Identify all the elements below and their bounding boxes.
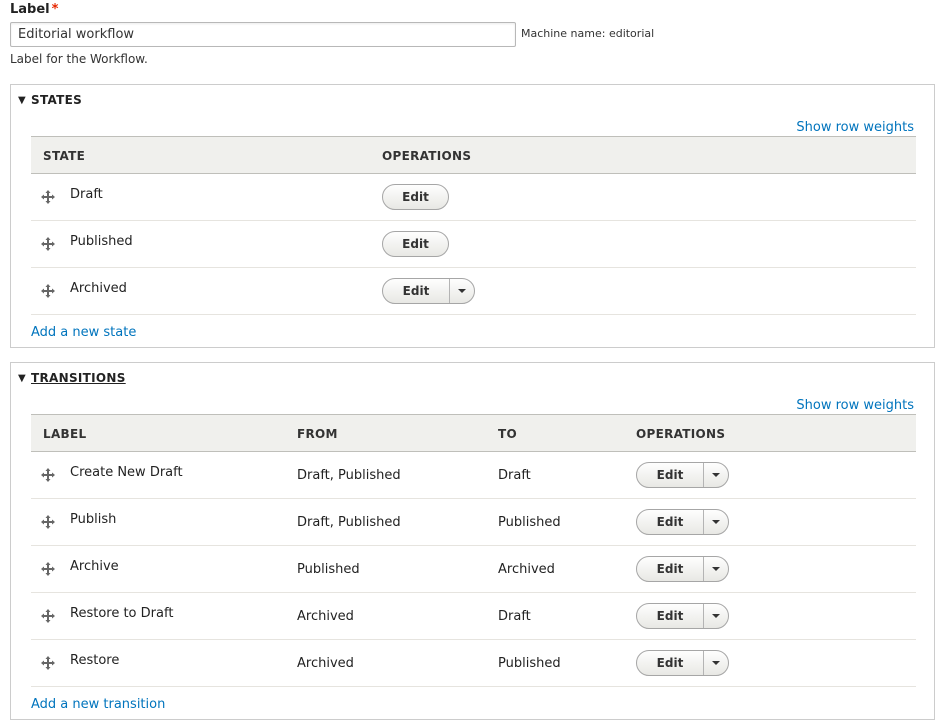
- edit-button[interactable]: Edit: [382, 278, 475, 304]
- operations-dropdown-toggle[interactable]: [703, 463, 728, 487]
- transition-from: Draft, Published: [297, 515, 401, 530]
- transitions-table-header: LABEL FROM TO OPERATIONS: [31, 414, 916, 452]
- edit-button[interactable]: Edit: [636, 650, 729, 676]
- transition-label: Create New Draft: [70, 465, 183, 480]
- transition-from: Archived: [297, 656, 354, 671]
- header-operations: OPERATIONS: [382, 149, 472, 163]
- table-row: Publish Draft, Published Published Edit: [31, 499, 916, 546]
- caret-down-icon: [712, 661, 720, 665]
- transition-to: Published: [498, 515, 561, 530]
- transition-from: Published: [297, 562, 360, 577]
- caret-down-icon: [712, 473, 720, 477]
- move-arrows-icon[interactable]: [41, 468, 55, 482]
- edit-button[interactable]: Edit: [636, 603, 729, 629]
- caret-down-icon: [712, 567, 720, 571]
- move-arrows-icon[interactable]: [41, 190, 55, 204]
- required-mark: *: [51, 2, 59, 17]
- operations-dropdown-toggle[interactable]: [703, 557, 728, 581]
- table-row: Archived Edit: [31, 268, 916, 315]
- triangle-down-icon: ▼: [18, 94, 26, 106]
- states-legend[interactable]: ▼ STATES: [18, 93, 82, 107]
- states-show-row-weights-link[interactable]: Show row weights: [796, 120, 914, 135]
- table-row: Archive Published Archived Edit: [31, 546, 916, 593]
- triangle-down-icon: ▼: [18, 372, 26, 384]
- add-new-state-link[interactable]: Add a new state: [31, 325, 136, 340]
- table-row: Published Edit: [31, 221, 916, 268]
- move-arrows-icon[interactable]: [41, 562, 55, 576]
- caret-down-icon: [458, 289, 466, 293]
- caret-down-icon: [712, 520, 720, 524]
- header-state: STATE: [43, 149, 86, 163]
- move-arrows-icon[interactable]: [41, 609, 55, 623]
- move-arrows-icon[interactable]: [41, 237, 55, 251]
- state-name: Draft: [70, 187, 103, 202]
- transition-to: Archived: [498, 562, 555, 577]
- move-arrows-icon[interactable]: [41, 656, 55, 670]
- label-field-title: Label *: [10, 2, 59, 17]
- states-table-header: STATE OPERATIONS: [31, 136, 916, 174]
- table-row: Restore to Draft Archived Draft Edit: [31, 593, 916, 640]
- caret-down-icon: [712, 614, 720, 618]
- header-label: LABEL: [43, 427, 87, 441]
- transition-to: Published: [498, 656, 561, 671]
- label-description: Label for the Workflow.: [10, 52, 148, 66]
- states-fieldset: ▼ STATES Show row weights STATE OPERATIO…: [10, 84, 935, 348]
- table-row: Draft Edit: [31, 174, 916, 221]
- operations-dropdown-toggle[interactable]: [449, 279, 474, 303]
- table-row: Create New Draft Draft, Published Draft …: [31, 452, 916, 499]
- header-operations: OPERATIONS: [636, 427, 726, 441]
- transition-label: Restore: [70, 653, 120, 668]
- transitions-legend[interactable]: ▼ TRANSITIONS: [18, 371, 126, 385]
- edit-button[interactable]: Edit: [636, 462, 729, 488]
- transitions-fieldset: ▼ TRANSITIONS Show row weights LABEL FRO…: [10, 362, 935, 720]
- move-arrows-icon[interactable]: [41, 515, 55, 529]
- machine-name: Machine name: editorial: [521, 27, 655, 40]
- transition-from: Draft, Published: [297, 468, 401, 483]
- label-input[interactable]: [10, 22, 516, 47]
- edit-button[interactable]: Edit: [636, 509, 729, 535]
- edit-button[interactable]: Edit: [382, 231, 449, 257]
- transition-label: Archive: [70, 559, 119, 574]
- add-new-transition-link[interactable]: Add a new transition: [31, 697, 165, 712]
- edit-button[interactable]: Edit: [636, 556, 729, 582]
- operations-dropdown-toggle[interactable]: [703, 604, 728, 628]
- table-row: Restore Archived Published Edit: [31, 640, 916, 687]
- transition-label: Publish: [70, 512, 117, 527]
- transition-to: Draft: [498, 609, 531, 624]
- operations-dropdown-toggle[interactable]: [703, 510, 728, 534]
- header-to: TO: [498, 427, 517, 441]
- transition-label: Restore to Draft: [70, 606, 174, 621]
- transition-to: Draft: [498, 468, 531, 483]
- state-name: Archived: [70, 281, 127, 296]
- transition-from: Archived: [297, 609, 354, 624]
- move-arrows-icon[interactable]: [41, 284, 55, 298]
- header-from: FROM: [297, 427, 338, 441]
- state-name: Published: [70, 234, 133, 249]
- operations-dropdown-toggle[interactable]: [703, 651, 728, 675]
- edit-button[interactable]: Edit: [382, 184, 449, 210]
- transitions-show-row-weights-link[interactable]: Show row weights: [796, 398, 914, 413]
